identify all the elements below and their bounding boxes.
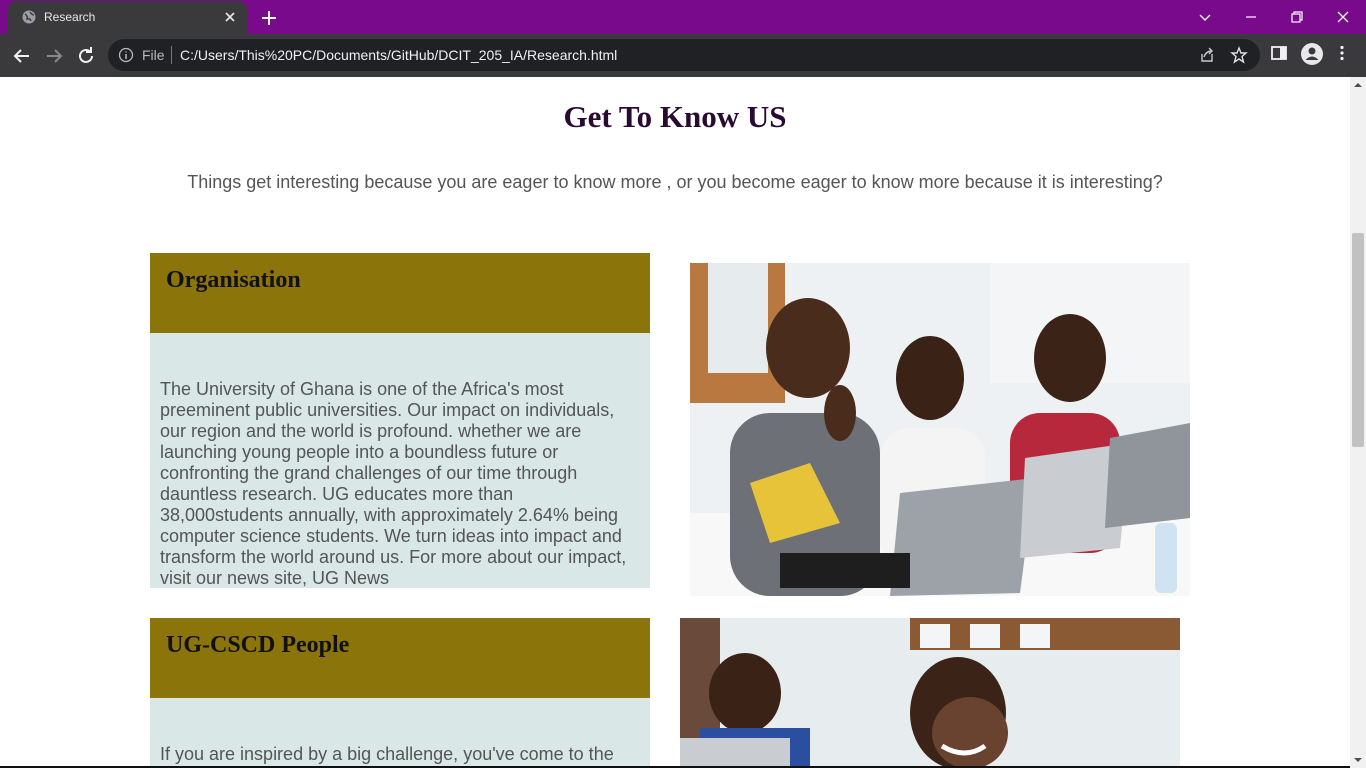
profile-avatar-icon[interactable] [1300, 42, 1324, 66]
scroll-up-arrow-icon[interactable] [1354, 81, 1362, 89]
url-text[interactable]: C:/Users/This%20PC/Documents/GitHub/DCIT… [180, 47, 617, 63]
people-heading-box: UG-CSCD People [150, 618, 650, 698]
address-bar[interactable]: File C:/Users/This%20PC/Documents/GitHub… [108, 39, 1260, 71]
page-scrollbar[interactable] [1350, 77, 1366, 768]
people-paragraph: If you are inspired by a big challenge, … [160, 744, 614, 764]
reload-icon[interactable] [74, 44, 98, 68]
section-heading-organisation: Organisation [166, 267, 301, 293]
file-scheme-label: File [142, 47, 165, 63]
tab-title: Research [44, 10, 96, 24]
organisation-paragraph: The University of Ghana is one of the Af… [160, 379, 627, 588]
people-text-box: If you are inspired by a big challenge, … [150, 698, 650, 768]
side-panel-icon[interactable] [1270, 44, 1288, 62]
section-heading-people: UG-CSCD People [166, 632, 350, 658]
close-tab-icon[interactable] [222, 9, 238, 25]
tab-search-chevron-icon[interactable] [1194, 6, 1216, 28]
organisation-text-box: The University of Ghana is one of the Af… [150, 333, 650, 588]
more-menu-icon[interactable] [1333, 44, 1351, 62]
new-tab-icon[interactable] [258, 7, 280, 29]
students-with-laptops-photo [690, 263, 1190, 596]
browser-titlebar: Research [0, 0, 1366, 34]
page-title: Get To Know US [563, 99, 787, 134]
omnibox-divider [171, 46, 172, 64]
minimize-icon[interactable] [1240, 6, 1262, 28]
restore-icon[interactable] [1286, 6, 1308, 28]
back-arrow-icon[interactable] [10, 44, 34, 68]
organisation-heading-box: Organisation [150, 253, 650, 333]
close-window-icon[interactable] [1332, 6, 1354, 28]
scrollbar-thumb[interactable] [1352, 233, 1364, 447]
forward-arrow-icon[interactable] [42, 44, 66, 68]
scroll-down-arrow-icon[interactable] [1354, 756, 1362, 764]
browser-tab[interactable]: Research [8, 1, 247, 34]
info-icon[interactable] [118, 47, 134, 63]
browser-toolbar: File C:/Users/This%20PC/Documents/GitHub… [0, 34, 1366, 77]
smiling-student-photo [680, 618, 1180, 768]
globe-icon [22, 10, 36, 24]
bookmark-star-icon[interactable] [1230, 46, 1248, 64]
page-subtitle: Things get interesting because you are e… [187, 172, 1163, 192]
page-viewport: Get To Know US Things get interesting be… [0, 77, 1366, 768]
share-icon[interactable] [1198, 46, 1216, 64]
